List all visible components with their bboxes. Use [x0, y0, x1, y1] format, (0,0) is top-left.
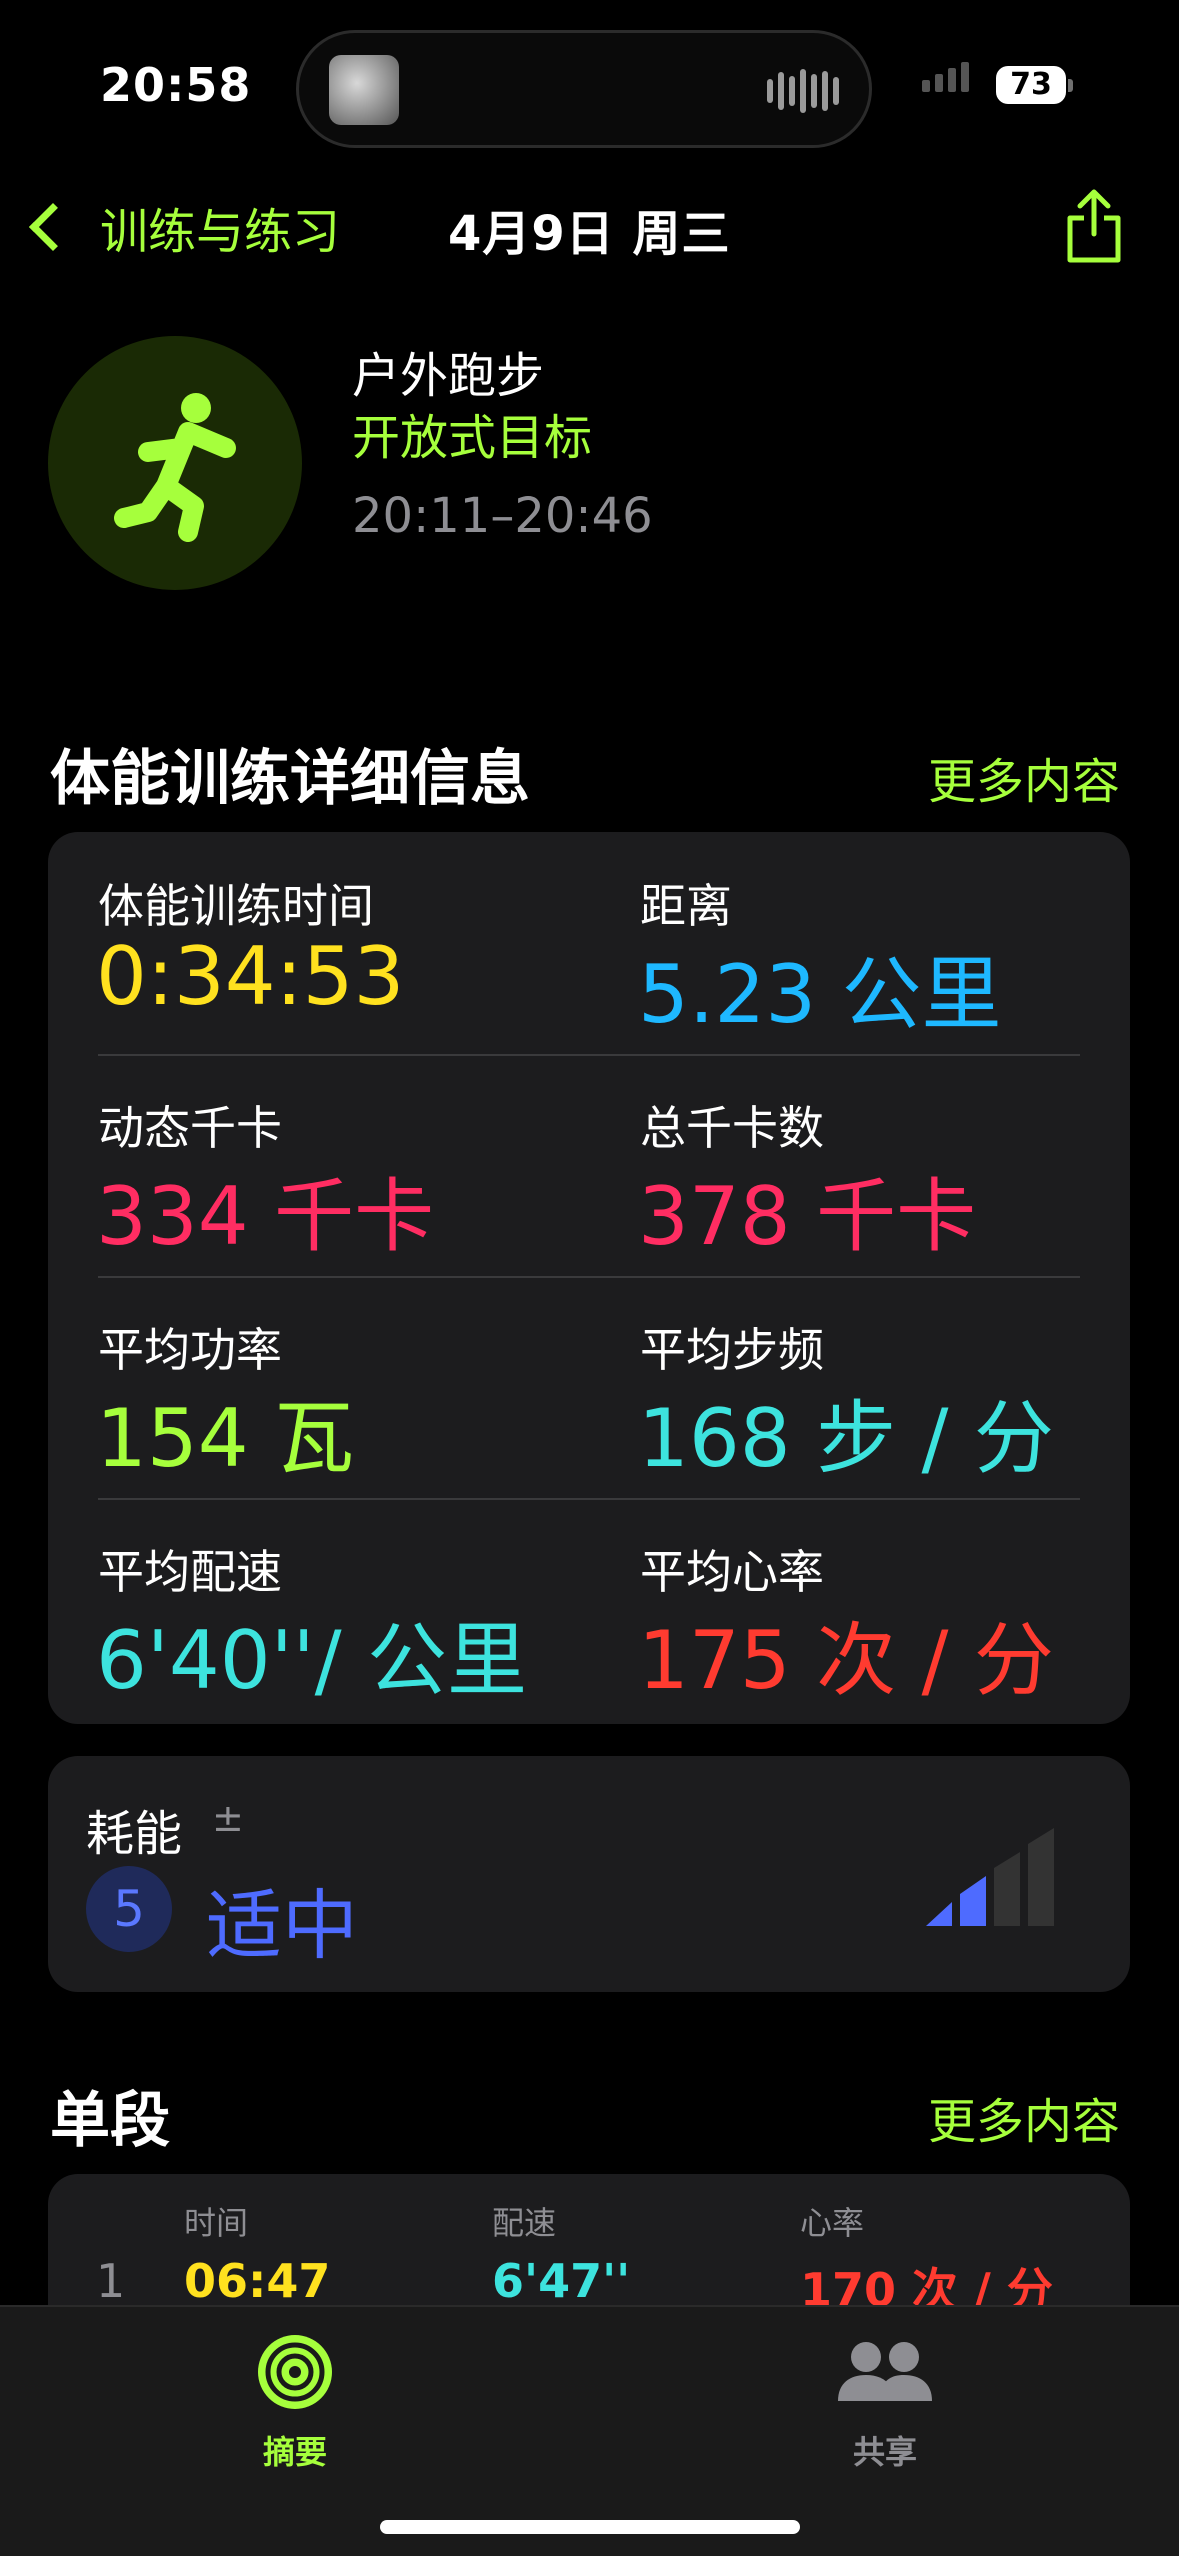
- metric-value-avg-pace: 6'40''/ 公里: [96, 1614, 528, 1707]
- divider: [98, 1054, 1080, 1056]
- activity-rings-icon: [258, 2335, 332, 2409]
- splits-header-time: 时间: [184, 2204, 249, 2242]
- battery-indicator: 73: [996, 66, 1066, 104]
- splits-section-title: 单段: [50, 2086, 170, 2156]
- metric-label-distance: 距离: [640, 879, 732, 933]
- workout-name: 户外跑步: [352, 348, 545, 404]
- metric-value-total-cal: 378 千卡: [638, 1170, 977, 1263]
- divider: [98, 1498, 1080, 1500]
- back-label: 训练与练习: [100, 204, 341, 260]
- metric-label-duration: 体能训练时间: [98, 879, 374, 933]
- metric-label-avg-cadence: 平均步频: [640, 1323, 824, 1377]
- effort-level-text: 适中: [206, 1881, 358, 1970]
- metric-value-distance: 5.23 公里: [638, 948, 1002, 1041]
- metric-value-avg-hr: 175 次 / 分: [638, 1614, 1054, 1707]
- effort-level-badge: 5: [86, 1866, 172, 1952]
- audio-waveform-icon: [767, 69, 839, 113]
- tab-bar: 摘要 共享: [0, 2305, 1179, 2556]
- workout-time-range: 20:11–20:46: [352, 488, 653, 544]
- workout-goal: 开放式目标: [352, 410, 593, 466]
- dynamic-island[interactable]: [296, 30, 872, 148]
- home-indicator[interactable]: [380, 2520, 800, 2534]
- cellular-signal-icon: [922, 62, 969, 92]
- split-index: 1: [96, 2254, 126, 2308]
- divider: [98, 1276, 1080, 1278]
- metric-label-total-cal: 总千卡数: [640, 1101, 824, 1155]
- effort-label: 耗能: [86, 1806, 183, 1862]
- status-time: 20:58: [100, 58, 252, 112]
- page-title: 4月9日 周三: [448, 206, 731, 262]
- details-section-title: 体能训练详细信息: [50, 744, 530, 814]
- metric-value-active-cal: 334 千卡: [96, 1170, 435, 1263]
- metric-value-avg-cadence: 168 步 / 分: [638, 1392, 1054, 1485]
- back-button[interactable]: 训练与练习: [22, 192, 340, 262]
- share-icon[interactable]: [1062, 186, 1126, 266]
- chevron-left-icon: [28, 202, 78, 252]
- tab-sharing[interactable]: 共享: [770, 2327, 1000, 2477]
- effort-bars-icon: [926, 1828, 1054, 1926]
- tab-summary[interactable]: 摘要: [180, 2327, 410, 2477]
- metric-label-avg-pace: 平均配速: [98, 1545, 282, 1599]
- tab-sharing-label: 共享: [852, 2433, 917, 2471]
- details-more-link[interactable]: 更多内容: [928, 742, 1120, 812]
- metric-label-avg-power: 平均功率: [98, 1323, 282, 1377]
- workout-details-card[interactable]: 体能训练时间 0:34:53 距离 5.23 公里 动态千卡 334 千卡 总千…: [48, 832, 1130, 1724]
- splits-more-link[interactable]: 更多内容: [928, 2082, 1120, 2152]
- running-figure-icon: [114, 393, 236, 542]
- people-icon: [838, 2342, 932, 2401]
- metric-value-duration: 0:34:53: [96, 930, 405, 1023]
- split-time: 06:47: [184, 2254, 331, 2308]
- metric-label-avg-hr: 平均心率: [640, 1545, 824, 1599]
- splits-header-pace: 配速: [492, 2204, 557, 2242]
- effort-card[interactable]: 耗能 ± 5 适中: [48, 1756, 1130, 1992]
- workout-icon: [48, 336, 302, 590]
- battery-cap-icon: [1068, 79, 1073, 92]
- plus-minus-icon[interactable]: ±: [212, 1796, 244, 1840]
- split-pace: 6'47'': [492, 2254, 631, 2308]
- now-playing-artwork: [329, 55, 399, 125]
- splits-header-hr: 心率: [800, 2204, 865, 2242]
- metric-value-avg-power: 154 瓦: [96, 1392, 355, 1485]
- tab-summary-label: 摘要: [262, 2433, 327, 2471]
- metric-label-active-cal: 动态千卡: [98, 1101, 282, 1155]
